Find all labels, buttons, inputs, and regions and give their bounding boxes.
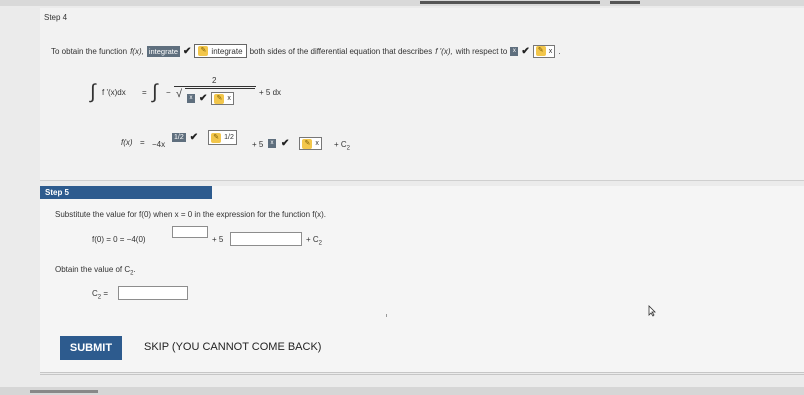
c-subscript: 2 xyxy=(97,294,102,301)
sqrt-symbol: √ xyxy=(176,88,183,100)
step5-equation-lhs: f(0) = 0 = −4(0) xyxy=(92,235,146,244)
obtain-text: Obtain the value of C2. xyxy=(55,265,136,277)
pencil-icon: ✎ xyxy=(535,46,546,56)
plus-c2: + C2 xyxy=(306,235,322,247)
plus-c2: + C2 xyxy=(334,140,350,152)
equals-sign: = xyxy=(142,88,147,97)
sqrt-bar xyxy=(185,88,255,89)
answer-box-text: integrate xyxy=(211,46,243,56)
integral-tail: + 5 dx xyxy=(259,88,282,97)
fpx-text: f '(x), xyxy=(435,46,453,56)
pencil-icon: ✎ xyxy=(214,93,225,104)
exponent-input[interactable] xyxy=(172,226,208,238)
correct-answer-exponent: 1/2 xyxy=(172,133,186,142)
fx-text: f(x), xyxy=(130,46,144,56)
integral-lhs: f '(x)dx xyxy=(102,88,126,97)
correct-answer-x: x xyxy=(187,94,195,103)
pencil-icon: ✎ xyxy=(302,138,313,149)
plus-c-text: + C xyxy=(306,235,319,244)
exponent-group: 1/2 ✔ ✎ 1/2 xyxy=(172,130,237,145)
plus-five: + 5 xyxy=(252,140,264,149)
stray-mark xyxy=(386,314,387,317)
term-input[interactable] xyxy=(230,232,302,246)
equals-sign: = xyxy=(103,289,109,298)
correct-answer-x: x xyxy=(510,46,519,56)
answer-box-text: x xyxy=(227,95,231,102)
integral-icon: ∫ xyxy=(90,81,96,103)
progress-segment xyxy=(610,1,640,4)
answer-box-text: x xyxy=(315,140,319,147)
check-icon: ✔ xyxy=(199,93,208,104)
instruction-suffix: with respect to xyxy=(455,46,508,56)
check-icon: ✔ xyxy=(189,132,199,143)
x-group: x ✔ ✎ x xyxy=(268,137,322,150)
c2-label: C2 = xyxy=(92,289,108,301)
answer-box-exponent[interactable]: ✎ 1/2 xyxy=(208,130,237,145)
pencil-icon: ✎ xyxy=(198,46,209,56)
bottom-progress xyxy=(30,390,98,393)
skip-button[interactable]: SKIP (YOU CANNOT COME BACK) xyxy=(144,341,321,353)
instruction-prefix: To obtain the function xyxy=(51,46,128,56)
pencil-icon: ✎ xyxy=(211,132,222,143)
answer-box-text: x xyxy=(548,47,553,55)
answer-box-text: 1/2 xyxy=(224,134,234,141)
c-subscript: 2 xyxy=(346,145,351,152)
step5-instruction: Substitute the value for f(0) when x = 0… xyxy=(55,210,327,219)
period: . xyxy=(133,265,136,274)
c2-input[interactable] xyxy=(118,286,188,300)
integral-icon: ∫ xyxy=(152,81,158,103)
instruction-middle: both sides of the differential equation … xyxy=(249,46,433,56)
check-icon: ✔ xyxy=(521,45,530,57)
result-coef: −4x xyxy=(152,140,166,149)
top-progress-bar xyxy=(0,0,804,6)
answer-box-x[interactable]: ✎ x xyxy=(299,137,322,150)
bottom-bar xyxy=(0,387,804,395)
answer-box-x[interactable]: ✎ x xyxy=(532,44,556,58)
plus-c-text: + C xyxy=(334,140,347,149)
c-subscript: 2 xyxy=(318,240,323,247)
step4-title: Step 4 xyxy=(44,13,68,22)
correct-answer-x: x xyxy=(268,139,276,148)
result-lhs: f(x) xyxy=(121,138,133,147)
step5-title: Step 5 xyxy=(40,186,212,199)
answer-box-x[interactable]: ✎ x xyxy=(211,92,234,105)
obtain-label: Obtain the value of C xyxy=(55,265,131,274)
plus-five: + 5 xyxy=(212,235,224,244)
minus-sign: − xyxy=(166,88,171,97)
step4-instruction: To obtain the function f(x), integrate ✔… xyxy=(51,44,563,58)
check-icon: ✔ xyxy=(183,45,192,57)
submit-button[interactable]: SUBMIT xyxy=(60,336,122,360)
answer-box-integrate[interactable]: ✎ integrate xyxy=(194,44,247,58)
progress-segment xyxy=(420,1,600,4)
numerator: 2 xyxy=(212,76,217,85)
sqrt-content: x ✔ ✎ x xyxy=(187,92,234,105)
divider xyxy=(40,374,804,375)
period: . xyxy=(558,46,561,56)
cursor-icon xyxy=(648,305,656,317)
check-icon: ✔ xyxy=(281,138,290,149)
equals-sign: = xyxy=(140,138,145,147)
correct-answer-integrate: integrate xyxy=(146,45,181,57)
fraction-bar xyxy=(174,86,256,87)
